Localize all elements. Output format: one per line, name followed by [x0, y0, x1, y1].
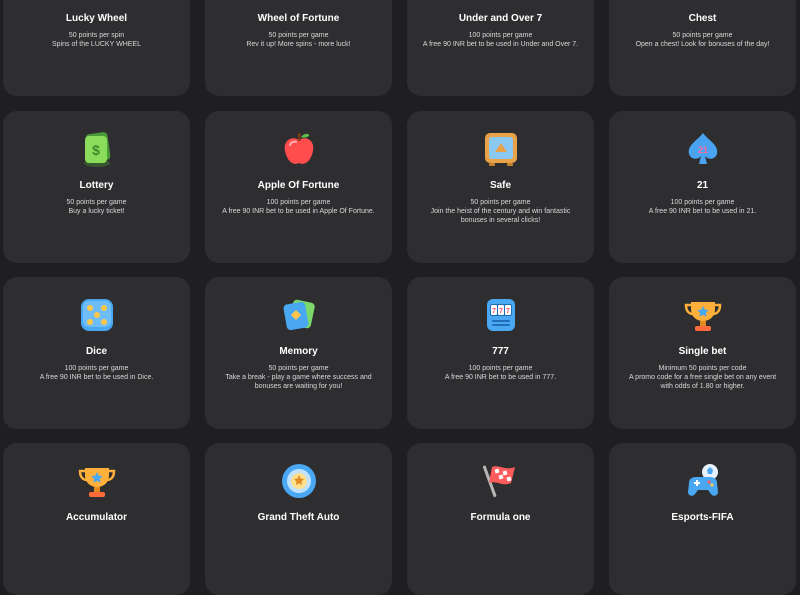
card-title: Wheel of Fortune [257, 13, 340, 24]
wheel-icon [77, 0, 117, 2]
card-points: 50 points per game [66, 199, 127, 206]
card-description: A promo code for a free single bet on an… [628, 374, 777, 390]
svg-text:7: 7 [506, 308, 510, 315]
card-lucky-wheel[interactable]: Lucky Wheel 50 points per spin Spins of … [3, 0, 190, 96]
card-formula-one[interactable]: Formula one [407, 443, 594, 595]
dice-icon [481, 0, 521, 2]
card-description: Take a break - play a game where success… [225, 374, 372, 390]
gamepad-ball-icon [683, 461, 723, 501]
card-apple-of-fortune[interactable]: Apple Of Fortune 100 points per game A f… [205, 111, 392, 263]
card-description: Rev it up! More spins - more luck! [246, 41, 351, 48]
gta-badge-icon [279, 461, 319, 501]
card-lottery[interactable]: $ Lottery 50 points per game Buy a lucky… [3, 111, 190, 263]
card-title: Lucky Wheel [65, 13, 128, 24]
card-points: 100 points per game [468, 32, 533, 39]
checkered-flag-icon [481, 461, 521, 501]
card-safe[interactable]: Safe 50 points per game Join the heist o… [407, 111, 594, 263]
card-title: Dice [85, 346, 108, 357]
card-points: 100 points per game [468, 365, 533, 372]
card-title: 21 [696, 180, 709, 191]
svg-text:7: 7 [492, 308, 496, 315]
card-points: 100 points per game [670, 199, 735, 206]
card-accumulator[interactable]: Accumulator [3, 443, 190, 595]
card-title: Accumulator [65, 512, 128, 523]
card-points: 50 points per game [268, 32, 329, 39]
card-description: A free 90 INR bet to be used in 777. [444, 374, 557, 381]
card-title: Single bet [678, 346, 727, 357]
apple-icon [279, 129, 319, 169]
card-title: Memory [279, 346, 318, 357]
svg-text:7: 7 [499, 308, 503, 315]
card-wheel-of-fortune[interactable]: Wheel of Fortune 50 points per game Rev … [205, 0, 392, 96]
card-dice[interactable]: Dice 100 points per game A free 90 INR b… [3, 277, 190, 429]
spade-card-icon: 21 [683, 129, 723, 169]
card-points: 100 points per game [266, 199, 331, 206]
card-under-and-over-7[interactable]: Under and Over 7 100 points per game A f… [407, 0, 594, 96]
card-title: Safe [489, 180, 512, 191]
card-points: 50 points per game [268, 365, 329, 372]
card-description: A free 90 INR bet to be used in 21. [648, 208, 757, 215]
card-points: 50 points per game [470, 199, 531, 206]
trophy-icon [683, 295, 723, 335]
card-points: Minimum 50 points per code [658, 365, 747, 372]
card-title: Lottery [79, 180, 114, 191]
card-points: 100 points per game [64, 365, 129, 372]
dice-icon [77, 295, 117, 335]
chest-icon [683, 0, 723, 2]
card-points: 50 points per game [672, 32, 733, 39]
card-description: Buy a lucky ticket! [68, 208, 125, 215]
promo-games-grid: Lucky Wheel 50 points per spin Spins of … [0, 0, 800, 595]
card-title: Grand Theft Auto [257, 512, 340, 523]
card-title: Formula one [470, 512, 531, 523]
card-description: A free 90 INR bet to be used in Apple Of… [222, 208, 375, 215]
card-title: Apple Of Fortune [257, 180, 340, 191]
svg-text:$: $ [92, 142, 100, 158]
memory-cards-icon [279, 295, 319, 335]
card-title: Esports-FIFA [671, 512, 734, 523]
card-title: 777 [492, 346, 509, 357]
slot-machine-icon: 7 7 7 [481, 295, 521, 335]
card-title: Under and Over 7 [458, 13, 543, 24]
safe-icon [481, 129, 521, 169]
card-21[interactable]: 21 21 100 points per game A free 90 INR … [609, 111, 796, 263]
card-grand-theft-auto[interactable]: Grand Theft Auto [205, 443, 392, 595]
svg-text:21: 21 [697, 145, 707, 155]
card-memory[interactable]: Memory 50 points per game Take a break -… [205, 277, 392, 429]
card-single-bet[interactable]: Single bet Minimum 50 points per code A … [609, 277, 796, 429]
card-points: 50 points per spin [68, 32, 125, 39]
card-description: Join the heist of the century and win fa… [430, 208, 571, 224]
card-description: Spins of the LUCKY WHEEL [52, 41, 141, 48]
lottery-ticket-icon: $ [77, 129, 117, 169]
trophy-icon [77, 461, 117, 501]
card-description: A free 90 INR bet to be used in Dice. [39, 374, 154, 381]
card-description: A free 90 INR bet to be used in Under an… [422, 41, 579, 48]
card-chest[interactable]: Chest 50 points per game Open a chest! L… [609, 0, 796, 96]
card-esports-fifa[interactable]: Esports-FIFA [609, 443, 796, 595]
card-777[interactable]: 7 7 7 777 100 points per game A free 90 … [407, 277, 594, 429]
wheel-icon [279, 0, 319, 2]
card-title: Chest [688, 13, 717, 24]
card-description: Open a chest! Look for bonuses of the da… [635, 41, 770, 48]
